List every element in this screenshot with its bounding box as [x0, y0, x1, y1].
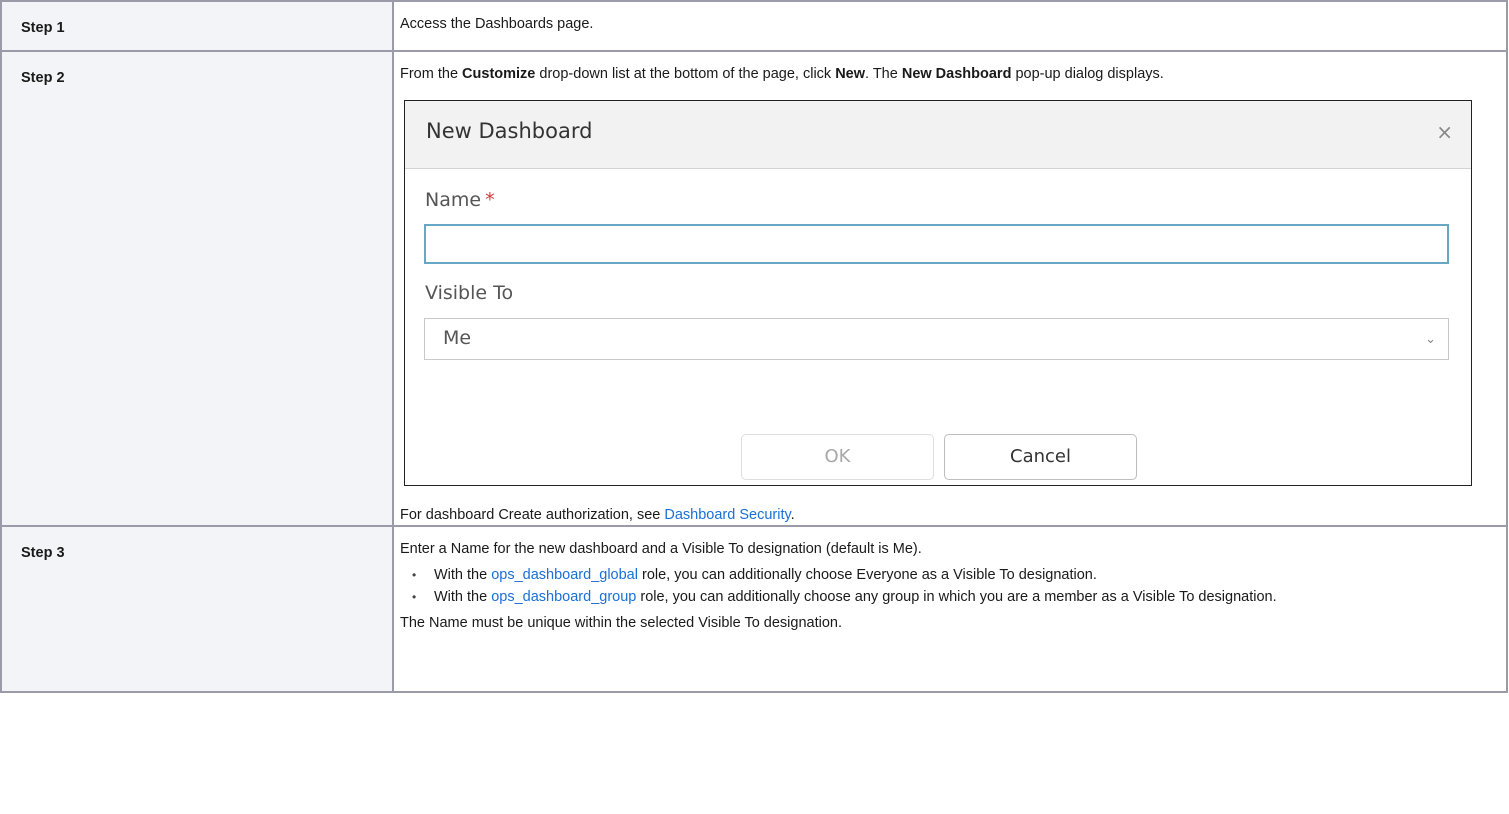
- step-text: Access the Dashboards page.: [400, 16, 594, 32]
- text-run: .: [790, 507, 795, 523]
- text-run: With the: [434, 567, 492, 583]
- text-run: role, you can additionally choose Everyo…: [637, 567, 1097, 583]
- visible-to-label: Visible To: [425, 282, 514, 304]
- step-label: Step 2: [21, 70, 65, 86]
- step-row: Step 3 Enter a Name for the new dashboar…: [0, 525, 1508, 693]
- text-run: pop-up dialog displays.: [1011, 66, 1164, 82]
- step-label-cell: Step 2: [0, 50, 394, 527]
- name-label-text: Name: [425, 189, 482, 211]
- visible-to-select[interactable]: Me ⌄: [424, 318, 1449, 360]
- required-asterisk: *: [485, 189, 495, 211]
- bold-term: New: [835, 66, 866, 82]
- new-dashboard-dialog: New Dashboard × Name * Visible To Me ⌄ OK…: [404, 100, 1472, 486]
- ops-dashboard-group-link[interactable]: ops_dashboard_group: [491, 589, 636, 605]
- ok-button[interactable]: OK: [741, 434, 934, 480]
- visible-to-value: Me: [443, 327, 472, 349]
- step-label-cell: Step 3: [0, 525, 394, 693]
- chevron-down-icon: ⌄: [1425, 332, 1436, 347]
- step-text: From the Customize drop-down list at the…: [400, 64, 1500, 84]
- dialog-header: New Dashboard ×: [405, 101, 1471, 169]
- text-run: role, you can additionally choose any gr…: [636, 589, 1277, 605]
- step-text: Enter a Name for the new dashboard and a…: [400, 541, 922, 557]
- text-run: From the: [400, 66, 463, 82]
- list-item: With the ops_dashboard_global role, you …: [412, 565, 1500, 585]
- step-label: Step 1: [21, 20, 65, 36]
- list-item: With the ops_dashboard_group role, you c…: [412, 587, 1500, 607]
- steps-table: Step 1 Access the Dashboards page. Step …: [0, 0, 1508, 693]
- name-label: Name *: [425, 190, 495, 210]
- step-content-cell: Access the Dashboards page.: [392, 0, 1508, 52]
- ops-dashboard-global-link[interactable]: ops_dashboard_global: [491, 567, 638, 583]
- text-run: drop-down list at the bottom of the page…: [535, 66, 836, 82]
- step-row: Step 1 Access the Dashboards page.: [0, 0, 1508, 52]
- cancel-button[interactable]: Cancel: [944, 434, 1137, 480]
- dashboard-security-link[interactable]: Dashboard Security: [664, 507, 790, 523]
- step-content-cell: Enter a Name for the new dashboard and a…: [392, 525, 1508, 693]
- bold-term: Customize: [462, 66, 536, 82]
- step-label: Step 3: [21, 545, 65, 561]
- bold-term: New Dashboard: [901, 66, 1012, 82]
- dialog-title: New Dashboard: [426, 119, 593, 143]
- name-input[interactable]: [424, 224, 1449, 264]
- close-icon[interactable]: ×: [1436, 121, 1453, 143]
- authorization-note: For dashboard Create authorization, see …: [400, 505, 1500, 525]
- text-run: With the: [434, 589, 492, 605]
- role-list: With the ops_dashboard_global role, you …: [400, 565, 1500, 607]
- text-run: . The: [865, 66, 902, 82]
- text-run: For dashboard Create authorization, see: [400, 507, 665, 523]
- step-label-cell: Step 1: [0, 0, 394, 52]
- step-content-cell: From the Customize drop-down list at the…: [392, 50, 1508, 527]
- step-row: Step 2 From the Customize drop-down list…: [0, 50, 1508, 527]
- uniqueness-note: The Name must be unique within the selec…: [400, 615, 842, 631]
